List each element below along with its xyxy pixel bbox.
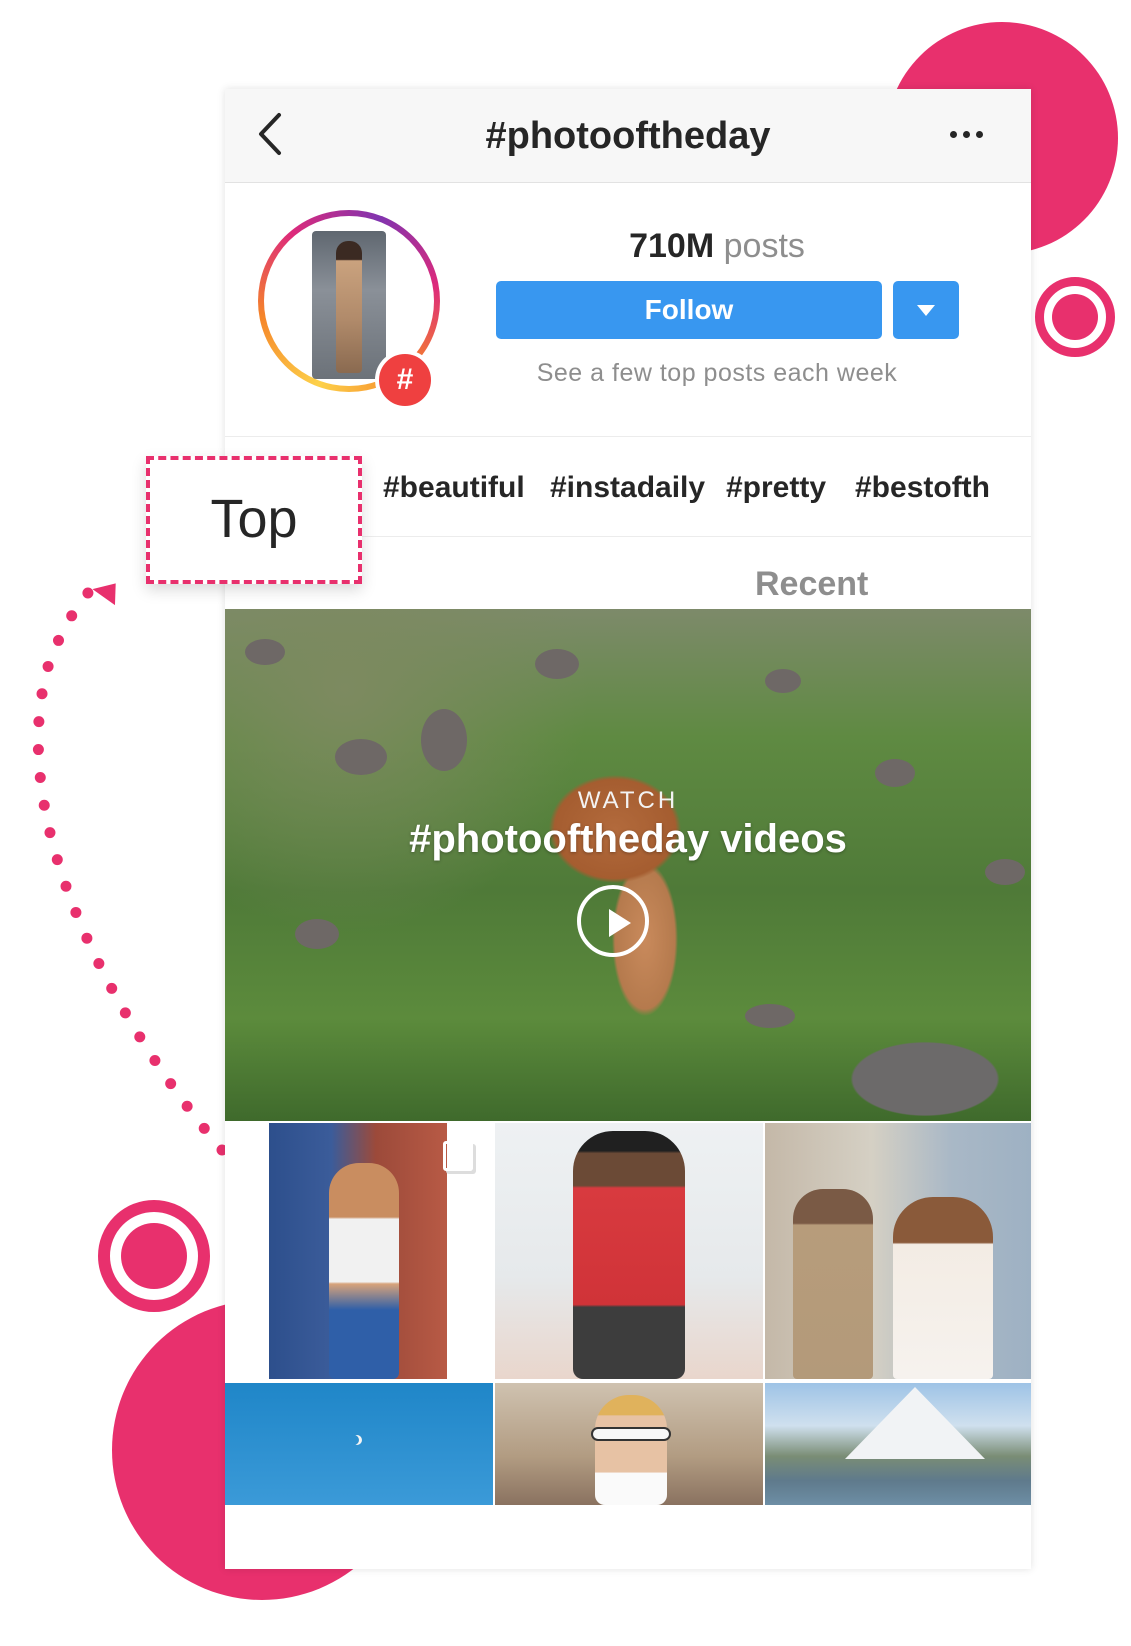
navigation-bar: #photooftheday bbox=[225, 89, 1031, 183]
related-tag[interactable]: #pretty bbox=[726, 471, 826, 505]
page-title: #photooftheday bbox=[485, 115, 771, 157]
dropdown-caret-icon bbox=[917, 305, 935, 316]
follow-options-button[interactable] bbox=[893, 281, 959, 339]
related-tag[interactable]: #instadaily bbox=[550, 471, 705, 505]
post-thumbnail[interactable] bbox=[225, 1123, 493, 1379]
follow-subtext: See a few top posts each week bbox=[536, 359, 898, 387]
posts-count: 710M posts bbox=[487, 227, 947, 266]
follow-button[interactable]: Follow bbox=[496, 281, 882, 339]
posts-count-label: posts bbox=[723, 227, 805, 265]
post-thumbnail[interactable] bbox=[495, 1123, 763, 1379]
related-tag[interactable]: #bestofth bbox=[855, 471, 990, 505]
tab-recent[interactable]: Recent bbox=[755, 565, 868, 604]
video-title: #photooftheday videos bbox=[409, 817, 847, 861]
tab-top: Top bbox=[210, 489, 298, 549]
watch-label: WATCH bbox=[577, 787, 679, 814]
video-banner[interactable]: WATCH #photooftheday videos bbox=[225, 609, 1031, 1121]
play-icon[interactable] bbox=[577, 885, 649, 957]
post-thumbnail[interactable] bbox=[495, 1383, 763, 1505]
post-thumbnail[interactable] bbox=[765, 1383, 1031, 1505]
arrow-head-icon bbox=[92, 583, 116, 606]
post-thumbnail[interactable] bbox=[765, 1123, 1031, 1379]
tab-top-callout[interactable]: Top bbox=[146, 456, 362, 584]
post-thumbnail[interactable] bbox=[225, 1383, 493, 1505]
hashtag-avatar[interactable] bbox=[312, 231, 386, 379]
related-tag[interactable]: #beautiful bbox=[383, 471, 525, 505]
more-options-icon[interactable] bbox=[950, 125, 990, 139]
hashtag-badge-icon: # bbox=[375, 350, 435, 410]
hashtag-profile-header: # 710M posts Follow See a few top posts … bbox=[225, 183, 1031, 437]
posts-count-value: 710M bbox=[629, 227, 715, 265]
phone-screen: #photooftheday # 710M posts Follow See a… bbox=[225, 89, 1031, 1569]
multiple-posts-icon bbox=[443, 1141, 473, 1171]
